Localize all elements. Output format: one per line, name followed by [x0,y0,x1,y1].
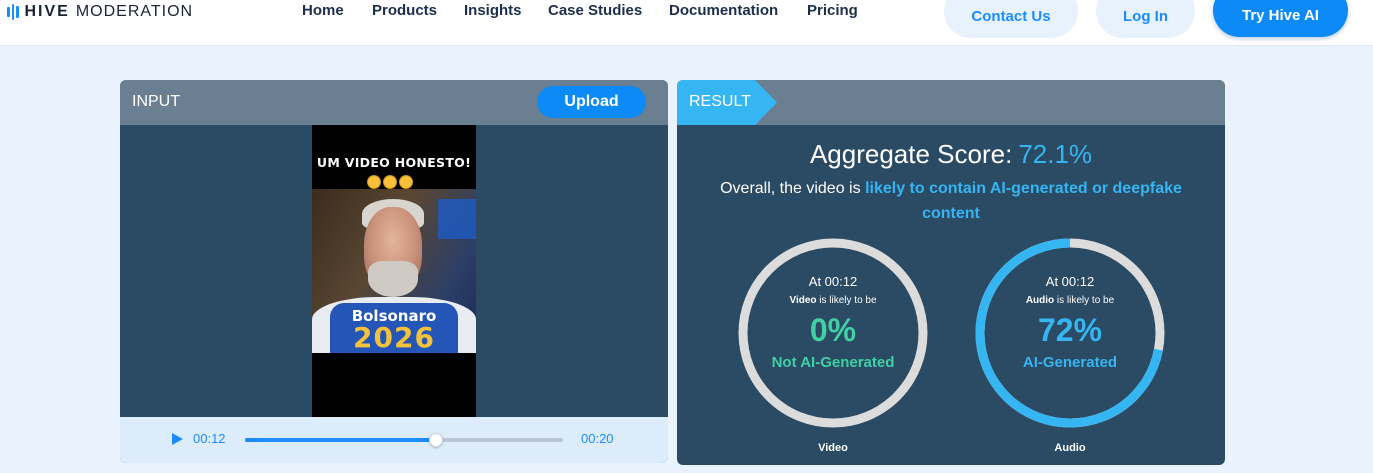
result-panel: RESULT Aggregate Score: 72.1% Overall, th… [677,80,1225,465]
log-in-button[interactable]: Log In [1096,0,1195,38]
nav-link-products[interactable]: Products [372,2,437,19]
video-preview[interactable]: UM VIDEO HONESTO! Bolsonaro 2026 [312,125,476,417]
aggregate-score-label: Aggregate Score: [809,139,1013,169]
nav-link-home[interactable]: Home [302,2,344,19]
current-time: 00:12 [193,431,226,446]
video-gauge-percent: 0% [809,312,857,348]
audio-gauge-caption: Audio [1054,442,1086,454]
contact-us-button[interactable]: Contact Us [944,0,1078,38]
seek-bar[interactable] [245,433,563,447]
video-gauge-caption: Video [818,442,848,454]
nav-link-case-studies[interactable]: Case Studies [548,2,642,19]
audio-gauge-time: At 00:12 [1045,274,1095,289]
overall-verdict-prefix: Overall, the video is [720,180,861,197]
video-score-gauge: At 00:12 Video is likely to be 0% Not AI… [737,237,929,429]
aggregate-score-value: 72.1% [1018,139,1093,169]
play-icon[interactable] [172,433,183,445]
video-caption-text: UM VIDEO HONESTO! [316,155,472,170]
result-panel-title: RESULT [689,93,751,110]
video-gauge-time: At 00:12 [808,274,858,289]
result-panel-header: RESULT [677,80,1225,125]
overall-verdict: Overall, the video is likely to contain … [691,176,1211,226]
aggregate-score: Aggregate Score: 72.1% [677,139,1225,170]
audio-gauge-classification: AI-Generated [1022,354,1118,371]
video-frame-image: Bolsonaro 2026 [312,189,476,354]
shirt-text-line2: 2026 [353,321,435,354]
hive-moderation-logo[interactable]: HIVE MODERATION [7,2,193,22]
input-panel-title: INPUT [132,93,180,110]
audio-gauge-percent: 72% [1037,312,1103,348]
laughing-emoji-icons [367,175,413,189]
total-time: 00:20 [581,431,614,446]
upload-button[interactable]: Upload [537,86,646,118]
audio-gauge-likely: Audio is likely to be [1025,295,1115,306]
top-navigation: HIVE MODERATION Home Products Insights C… [0,0,1373,46]
nav-link-documentation[interactable]: Documentation [669,2,778,19]
overall-verdict-highlight: likely to contain AI-generated or deepfa… [865,180,1182,222]
video-gauge-classification: Not AI-Generated [771,354,895,371]
seek-bar-handle[interactable] [428,433,443,447]
input-panel-header: INPUT Upload [120,80,668,125]
brand-name-bold: HIVE [24,3,70,20]
audio-score-gauge: At 00:12 Audio is likely to be 72% AI-Ge… [974,237,1166,429]
nav-link-insights[interactable]: Insights [464,2,522,19]
video-gauge-likely: Video is likely to be [789,295,877,306]
nav-link-pricing[interactable]: Pricing [807,2,858,19]
video-player-controls: 00:12 00:20 [120,417,668,463]
try-hive-ai-button[interactable]: Try Hive AI [1213,0,1348,37]
seek-bar-progress [245,438,436,442]
input-panel: INPUT Upload UM VIDEO HONESTO! Bolsonaro… [120,80,668,463]
hive-logo-icon [7,4,19,20]
brand-name-light: MODERATION [75,3,194,20]
